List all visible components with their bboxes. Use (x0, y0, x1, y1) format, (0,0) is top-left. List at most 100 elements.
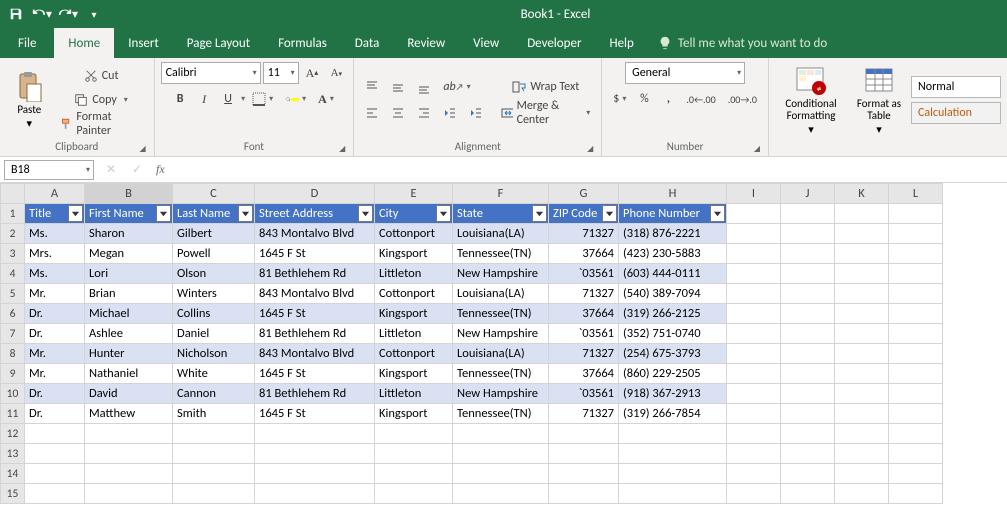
cell[interactable] (375, 464, 453, 484)
clipboard-dialog-launcher[interactable]: ◢ (139, 144, 145, 154)
cell[interactable] (619, 424, 727, 444)
cell[interactable] (781, 224, 835, 244)
format-painter-button[interactable]: Format Painter (55, 113, 148, 135)
paste-button[interactable]: Paste ▾ (6, 68, 53, 132)
orientation-button[interactable]: ab↗▾ (438, 76, 475, 98)
cell[interactable]: David (85, 384, 173, 404)
filter-dropdown-button[interactable] (156, 205, 171, 222)
align-right-button[interactable] (412, 102, 436, 124)
cell[interactable] (889, 264, 943, 284)
cell[interactable] (889, 304, 943, 324)
filter-dropdown-button[interactable] (358, 205, 373, 222)
cell[interactable]: Last Name (173, 204, 255, 224)
save-icon[interactable] (4, 2, 28, 26)
accounting-format-button[interactable]: $▾ (608, 88, 631, 110)
cell[interactable] (85, 484, 173, 504)
undo-icon[interactable]: ▾ (30, 2, 54, 26)
cell[interactable]: Tennessee(TN) (453, 304, 549, 324)
cell[interactable]: Louisiana(LA) (453, 344, 549, 364)
filter-dropdown-button[interactable] (68, 205, 83, 222)
cell[interactable] (781, 244, 835, 264)
column-header[interactable]: K (835, 184, 889, 204)
cell[interactable]: (319) 266-7854 (619, 404, 727, 424)
cell[interactable]: Cannon (173, 384, 255, 404)
tab-home[interactable]: Home (54, 28, 114, 58)
cell[interactable]: Cottonport (375, 344, 453, 364)
cell[interactable] (453, 484, 549, 504)
cell[interactable]: Ms. (25, 224, 85, 244)
increase-font-button[interactable]: A▴ (301, 62, 324, 84)
comma-format-button[interactable]: , (657, 88, 679, 110)
cell[interactable] (549, 464, 619, 484)
align-bottom-button[interactable] (412, 76, 436, 98)
cell[interactable]: 81 Bethlehem Rd (255, 264, 375, 284)
font-size-combo[interactable]: 11▾ (263, 62, 299, 84)
cell[interactable] (835, 264, 889, 284)
cut-button[interactable]: Cut (55, 65, 148, 87)
cell[interactable]: Louisiana(LA) (453, 284, 549, 304)
cell[interactable] (835, 384, 889, 404)
cell[interactable] (255, 484, 375, 504)
merge-center-button[interactable]: Merge & Center▾ (496, 102, 595, 124)
cell[interactable] (835, 444, 889, 464)
cell[interactable]: Daniel (173, 324, 255, 344)
cell[interactable]: Dr. (25, 404, 85, 424)
cell[interactable] (727, 224, 781, 244)
cell[interactable] (835, 484, 889, 504)
cell[interactable] (549, 424, 619, 444)
cell[interactable]: State (453, 204, 549, 224)
cell[interactable] (889, 404, 943, 424)
cell[interactable] (835, 364, 889, 384)
cell[interactable] (781, 444, 835, 464)
fill-color-button[interactable]: ▾ (280, 88, 311, 110)
align-left-button[interactable] (360, 102, 384, 124)
column-header[interactable]: G (549, 184, 619, 204)
cell[interactable]: 1645 F St (255, 364, 375, 384)
cell[interactable] (255, 444, 375, 464)
cell[interactable] (889, 344, 943, 364)
row-header[interactable]: 7 (1, 324, 25, 344)
italic-button[interactable]: I (193, 88, 215, 110)
cell[interactable] (781, 464, 835, 484)
cell[interactable]: (318) 876-2221 (619, 224, 727, 244)
tab-file[interactable]: File (0, 28, 54, 58)
cell[interactable] (835, 204, 889, 224)
cell[interactable]: New Hampshire (453, 324, 549, 344)
cell[interactable]: Dr. (25, 324, 85, 344)
cell[interactable] (727, 284, 781, 304)
cell[interactable] (781, 484, 835, 504)
cell[interactable] (835, 324, 889, 344)
number-format-combo[interactable]: General▾ (625, 62, 745, 84)
cell[interactable]: 843 Montalvo Blvd (255, 224, 375, 244)
redo-icon[interactable]: ▾ (56, 2, 80, 26)
cancel-formula-button[interactable]: ✕ (98, 160, 124, 180)
cell[interactable] (727, 344, 781, 364)
cell[interactable]: First Name (85, 204, 173, 224)
row-header[interactable]: 5 (1, 284, 25, 304)
cell[interactable]: (352) 751-0740 (619, 324, 727, 344)
cell[interactable] (835, 284, 889, 304)
format-as-table-button[interactable]: Format as Table▾ (849, 62, 909, 138)
cell[interactable]: 81 Bethlehem Rd (255, 324, 375, 344)
cell[interactable]: 1645 F St (255, 404, 375, 424)
cell[interactable] (375, 424, 453, 444)
wrap-text-button[interactable]: Wrap Text (496, 76, 595, 98)
font-color-button[interactable]: A▾ (313, 88, 339, 110)
row-header[interactable]: 4 (1, 264, 25, 284)
column-header[interactable]: F (453, 184, 549, 204)
underline-button[interactable]: U (217, 88, 239, 110)
cell[interactable] (727, 324, 781, 344)
decrease-indent-button[interactable] (438, 102, 462, 124)
cell[interactable] (549, 444, 619, 464)
cell-style-calculation[interactable]: Calculation (911, 102, 1001, 124)
cell[interactable] (255, 464, 375, 484)
cell[interactable] (889, 204, 943, 224)
tab-view[interactable]: View (459, 28, 513, 58)
cell[interactable]: Sharon (85, 224, 173, 244)
cell[interactable]: ZIP Code (549, 204, 619, 224)
cell[interactable]: 71327 (549, 284, 619, 304)
cell[interactable] (835, 424, 889, 444)
cell[interactable]: Hunter (85, 344, 173, 364)
row-header[interactable]: 3 (1, 244, 25, 264)
row-header[interactable]: 6 (1, 304, 25, 324)
